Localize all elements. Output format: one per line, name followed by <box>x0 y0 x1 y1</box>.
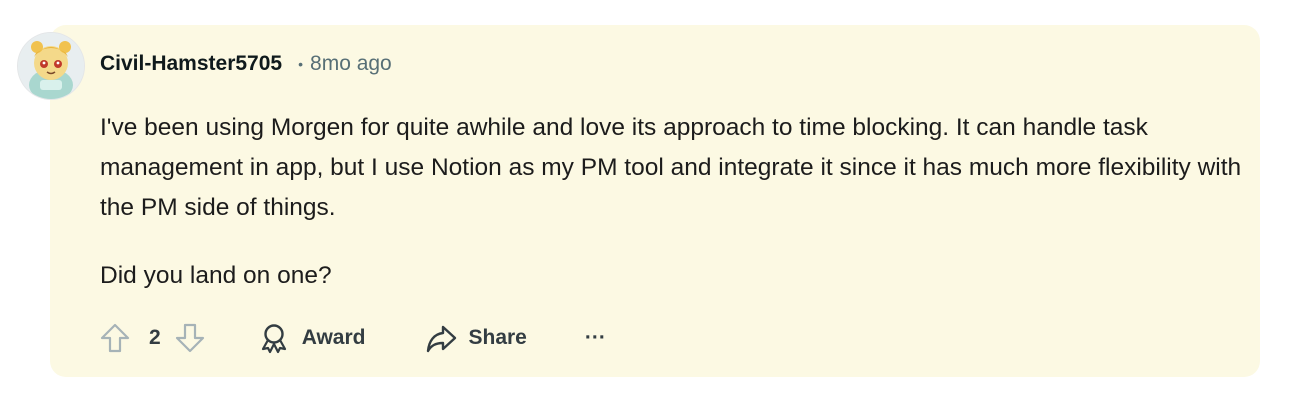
action-bar: 2 Award Share ··· <box>98 318 606 358</box>
upvote-icon <box>100 323 130 353</box>
comment-header: Civil-Hamster5705 • 8mo ago <box>100 48 392 80</box>
avatar[interactable] <box>18 33 84 99</box>
comment-paragraph: I've been using Morgen for quite awhile … <box>100 114 1242 221</box>
vote-count: 2 <box>149 326 161 349</box>
share-button[interactable]: Share <box>424 321 527 355</box>
comment-paragraph: Did you land on one? <box>100 262 332 289</box>
award-icon <box>261 324 286 354</box>
username-link[interactable]: Civil-Hamster5705 <box>100 52 282 76</box>
timestamp[interactable]: 8mo ago <box>310 52 392 76</box>
award-button[interactable]: Award <box>257 321 366 355</box>
more-options-button[interactable]: ··· <box>585 326 606 350</box>
upvote-button[interactable] <box>98 321 132 355</box>
more-icon: ··· <box>584 326 606 349</box>
meta-separator: • <box>298 56 304 72</box>
comment-body: I've been using Morgen for quite awhile … <box>100 108 1250 296</box>
share-icon <box>426 325 456 353</box>
downvote-icon <box>175 323 204 353</box>
award-label: Award <box>301 326 366 349</box>
share-label: Share <box>468 326 527 349</box>
avatar-image <box>18 33 84 99</box>
downvote-button[interactable] <box>173 321 207 355</box>
